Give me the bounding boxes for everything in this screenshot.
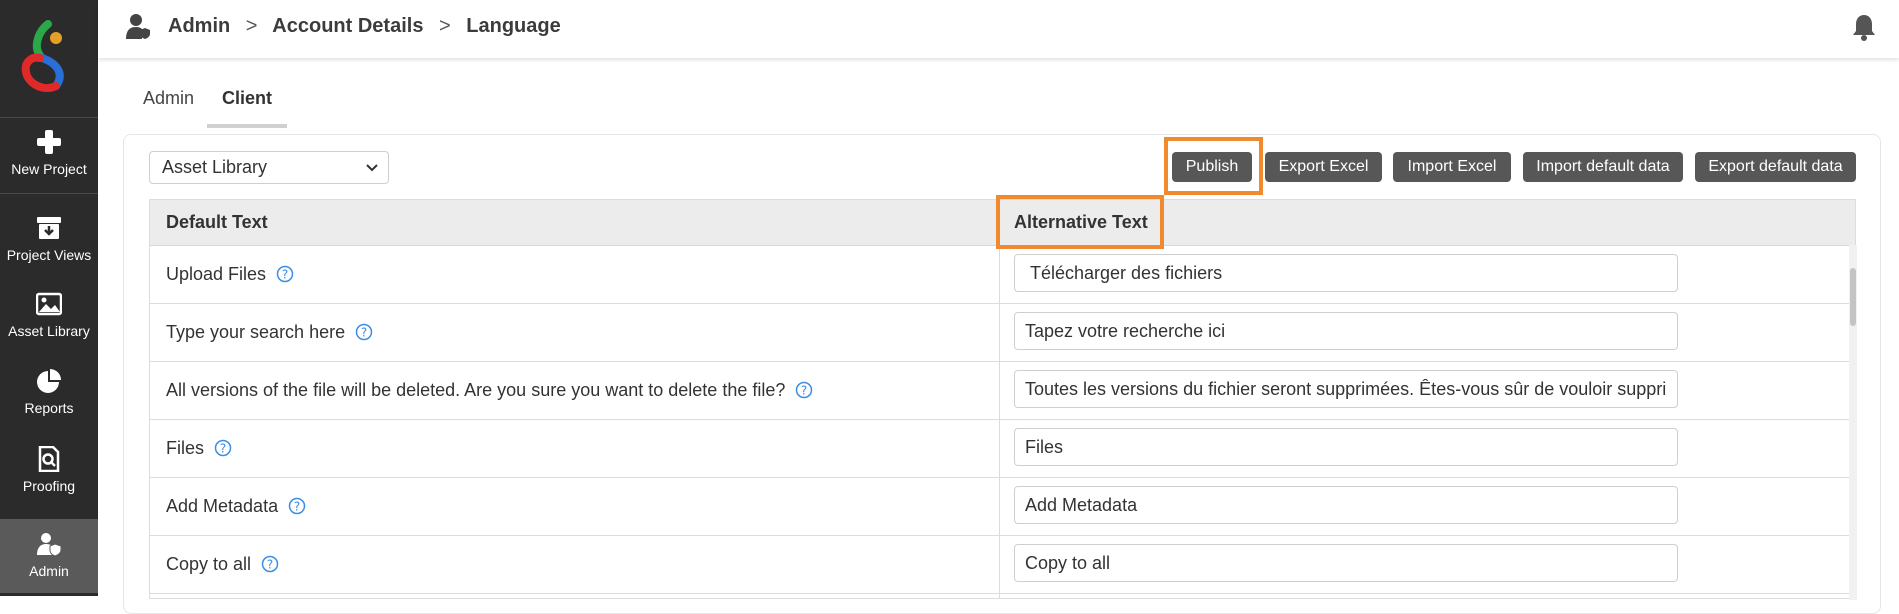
pie-chart-icon bbox=[37, 369, 61, 393]
tab-admin[interactable]: Admin bbox=[143, 88, 194, 128]
table-row: All versions of the file will be deleted… bbox=[150, 362, 1855, 420]
table-row: Add Metadata? bbox=[150, 478, 1855, 536]
sidebar-divider bbox=[0, 193, 98, 194]
svg-text:?: ? bbox=[282, 268, 288, 282]
alternative-text-highlight bbox=[996, 195, 1164, 249]
sidebar-item-label: New Project bbox=[11, 161, 87, 177]
breadcrumb-language: Language bbox=[466, 15, 561, 37]
alternative-text-input[interactable] bbox=[1014, 254, 1678, 292]
default-text-cell: Files? bbox=[166, 438, 232, 459]
help-icon[interactable]: ? bbox=[276, 265, 294, 283]
default-text-cell: Add Metadata? bbox=[166, 496, 306, 517]
module-select-value: Asset Library bbox=[162, 157, 268, 177]
default-text-cell: All versions of the file will be deleted… bbox=[166, 380, 813, 401]
header-default-text: Default Text bbox=[166, 212, 268, 232]
breadcrumb-admin[interactable]: Admin bbox=[168, 15, 230, 37]
plus-icon bbox=[37, 130, 61, 154]
help-icon[interactable]: ? bbox=[355, 323, 373, 341]
help-icon[interactable]: ? bbox=[261, 555, 279, 573]
svg-text:?: ? bbox=[267, 558, 273, 572]
table-scrollbar-thumb[interactable] bbox=[1850, 268, 1856, 326]
help-icon[interactable]: ? bbox=[214, 439, 232, 457]
export-excel-button[interactable]: Export Excel bbox=[1265, 152, 1382, 182]
admin-user-icon bbox=[126, 14, 150, 39]
default-text-cell: Upload Files? bbox=[166, 264, 294, 285]
sidebar-item-label: Asset Library bbox=[8, 323, 90, 339]
language-table: Default Text Alternative Text Upload Fil… bbox=[149, 199, 1856, 599]
image-icon bbox=[36, 292, 62, 316]
svg-text:?: ? bbox=[220, 442, 226, 456]
default-text-cell: Copy to all? bbox=[166, 554, 279, 575]
default-text-cell: Type your search here? bbox=[166, 322, 373, 343]
sidebar-item-label: Project Views bbox=[6, 247, 92, 263]
app-logo[interactable] bbox=[18, 18, 78, 98]
export-default-data-button[interactable]: Export default data bbox=[1695, 152, 1856, 182]
breadcrumb-separator: > bbox=[439, 15, 451, 37]
import-excel-button[interactable]: Import Excel bbox=[1393, 152, 1511, 182]
sidebar-item-project-views[interactable]: Project Views bbox=[0, 203, 98, 277]
table-row: Copy to all? bbox=[150, 536, 1855, 594]
svg-text:?: ? bbox=[361, 326, 367, 340]
breadcrumb-separator: > bbox=[245, 15, 258, 37]
sidebar-item-admin[interactable]: Admin bbox=[0, 519, 98, 593]
alternative-text-input[interactable] bbox=[1014, 312, 1678, 350]
table-row: Upload Files? bbox=[150, 246, 1855, 304]
chevron-down-icon bbox=[366, 164, 378, 172]
help-icon[interactable]: ? bbox=[288, 497, 306, 515]
alternative-text-input[interactable] bbox=[1014, 544, 1678, 582]
publish-highlight bbox=[1164, 137, 1263, 195]
alternative-text-input[interactable] bbox=[1014, 486, 1678, 524]
alternative-text-input[interactable] bbox=[1014, 370, 1678, 408]
top-header: Admin > Account Details > Language bbox=[98, 0, 1899, 58]
svg-text:?: ? bbox=[801, 384, 807, 398]
table-row: Files? bbox=[150, 420, 1855, 478]
document-search-icon bbox=[38, 446, 60, 472]
active-tab-indicator bbox=[207, 124, 287, 128]
notification-bell-icon[interactable] bbox=[1851, 13, 1877, 41]
module-select[interactable]: Asset Library bbox=[149, 151, 389, 184]
table-row: Type your search here? bbox=[150, 304, 1855, 362]
admin-user-shield-icon bbox=[37, 533, 62, 557]
sidebar-item-label: Reports bbox=[24, 400, 74, 416]
tab-client[interactable]: Client bbox=[222, 88, 272, 128]
import-default-data-button[interactable]: Import default data bbox=[1523, 152, 1683, 182]
sidebar-item-reports[interactable]: Reports bbox=[0, 356, 98, 430]
sidebar-item-asset-library[interactable]: Asset Library bbox=[0, 279, 98, 353]
help-icon[interactable]: ? bbox=[795, 381, 813, 399]
sidebar-item-label: Admin bbox=[29, 563, 69, 579]
sidebar-item-proofing[interactable]: Proofing bbox=[0, 434, 98, 508]
sidebar: New Project Project Views Asset Library … bbox=[0, 0, 98, 596]
svg-text:?: ? bbox=[294, 500, 300, 514]
sidebar-item-label: Proofing bbox=[22, 478, 76, 494]
alternative-text-input[interactable] bbox=[1014, 428, 1678, 466]
breadcrumb-account-details[interactable]: Account Details bbox=[272, 15, 423, 37]
archive-download-icon bbox=[37, 217, 61, 239]
sidebar-item-new-project[interactable]: New Project bbox=[0, 117, 98, 191]
breadcrumb: Admin > Account Details > Language bbox=[168, 15, 571, 38]
